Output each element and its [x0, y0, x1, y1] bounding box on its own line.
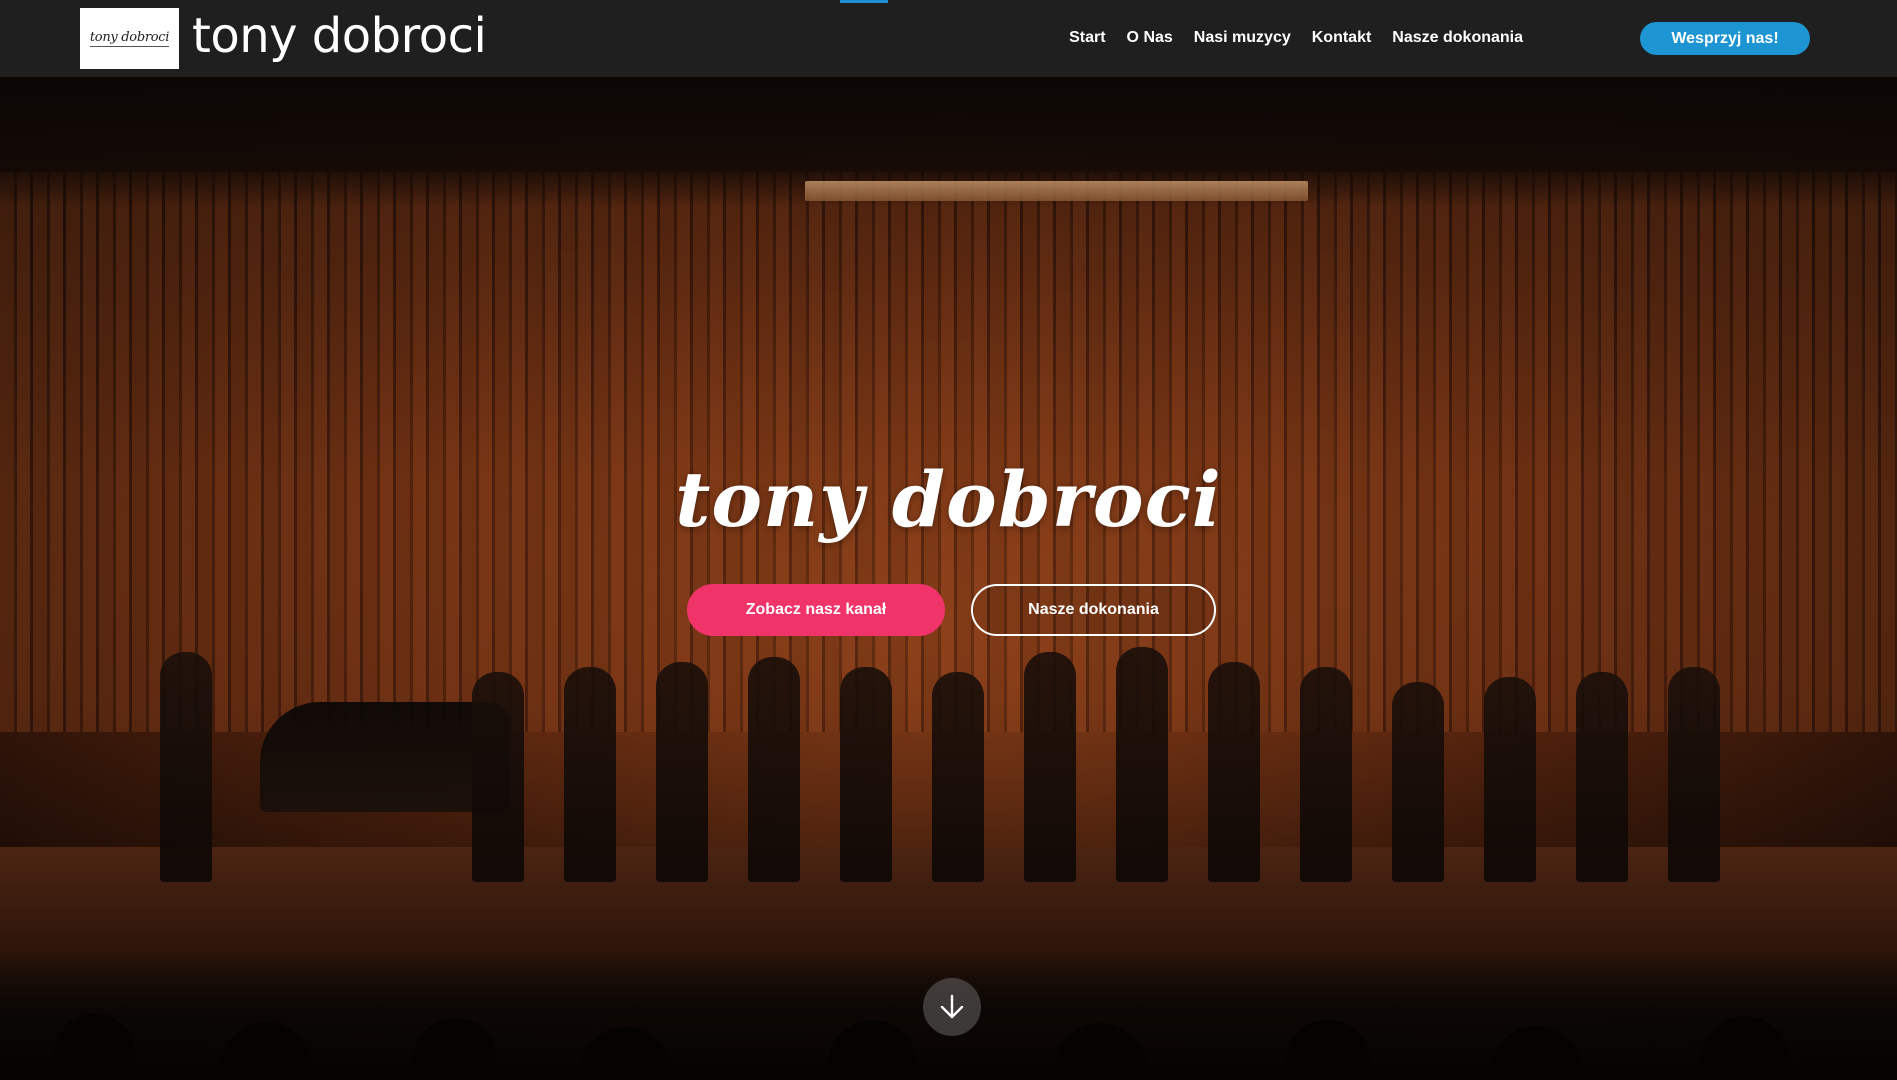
performers-row	[160, 622, 1897, 882]
arrow-down-icon	[940, 994, 964, 1019]
support-button[interactable]: Wesprzyj nas!	[1640, 22, 1810, 55]
site-name[interactable]: tony dobroci	[192, 6, 487, 66]
scroll-down-button[interactable]	[923, 978, 981, 1036]
performer-silhouette	[840, 667, 892, 882]
site-logo[interactable]: tony dobroci	[80, 8, 179, 69]
performer-silhouette	[472, 672, 524, 882]
nav-item-nasze-dokonania[interactable]: Nasze dokonania	[1392, 26, 1523, 50]
nav-item-o-nas[interactable]: O Nas	[1127, 26, 1173, 50]
performer-silhouette	[748, 657, 800, 882]
achievements-button[interactable]: Nasze dokonania	[971, 584, 1216, 636]
hero-section	[0, 77, 1897, 1080]
performer-silhouette	[1392, 682, 1444, 882]
performer-silhouette	[932, 672, 984, 882]
performer-silhouette	[1116, 647, 1168, 882]
nav-item-start[interactable]: Start	[1069, 26, 1105, 50]
performer-silhouette	[1300, 667, 1352, 882]
performer-silhouette	[160, 652, 212, 882]
performer-silhouette	[656, 662, 708, 882]
performer-silhouette	[564, 667, 616, 882]
main-nav: Start O Nas Nasi muzycy Kontakt Nasze do…	[1069, 26, 1523, 50]
hero-light-bar	[805, 181, 1308, 201]
performer-silhouette	[1668, 667, 1720, 882]
performer-silhouette	[1484, 677, 1536, 882]
hero-title: tony dobroci	[675, 455, 1222, 544]
site-header: tony dobroci tony dobroci Start O Nas Na…	[0, 0, 1897, 77]
see-channel-button[interactable]: Zobacz nasz kanał	[687, 584, 945, 636]
nav-item-kontakt[interactable]: Kontakt	[1312, 26, 1372, 50]
performer-silhouette	[1576, 672, 1628, 882]
performer-silhouette	[1208, 662, 1260, 882]
logo-mark: tony dobroci	[89, 30, 170, 47]
performer-silhouette	[1024, 652, 1076, 882]
nav-item-nasi-muzycy[interactable]: Nasi muzycy	[1194, 26, 1291, 50]
active-indicator	[840, 0, 888, 3]
